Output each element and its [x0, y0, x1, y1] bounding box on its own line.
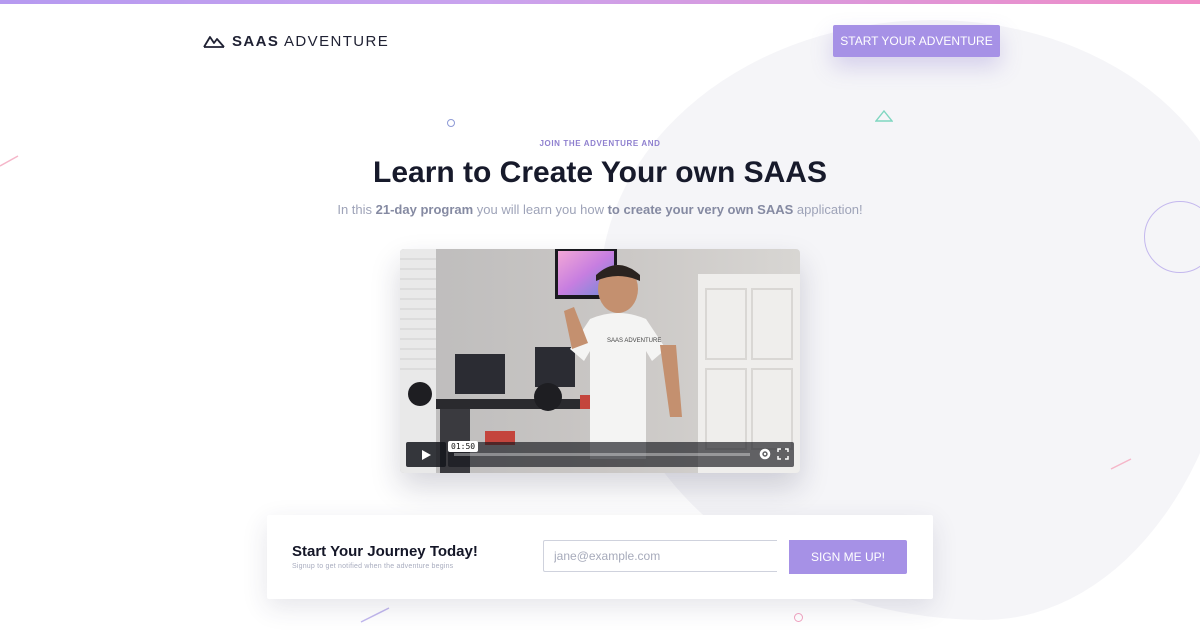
- sign-me-up-button[interactable]: SIGN ME UP!: [789, 540, 907, 574]
- top-gradient-bar: [0, 0, 1200, 4]
- decor-triangle: [875, 110, 893, 122]
- brand-name-bold: SAAS: [232, 32, 280, 50]
- subtitle-emphasis-saas: to create your very own SAAS: [607, 202, 794, 217]
- gear-icon[interactable]: [758, 447, 772, 461]
- signup-subtitle: Signup to get notified when the adventur…: [292, 563, 454, 570]
- decor-line-bottom: [360, 607, 390, 623]
- video-player[interactable]: SAAS ADVENTURE: [400, 249, 800, 473]
- decor-line-right: [1110, 458, 1132, 470]
- play-icon: [422, 449, 431, 460]
- brand-logo[interactable]: SAAS ADVENTURE: [203, 31, 389, 51]
- progress-track[interactable]: [454, 453, 750, 456]
- brand-name: SAAS ADVENTURE: [232, 33, 389, 50]
- progress-bar[interactable]: [448, 442, 794, 467]
- shirt-print: SAAS ADVENTURE: [607, 338, 661, 344]
- brand-name-light: ADVENTURE: [284, 32, 390, 50]
- start-adventure-button[interactable]: START YOUR ADVENTURE: [833, 25, 1000, 57]
- subtitle-part: In this: [337, 202, 376, 217]
- subtitle-emphasis-program: 21-day program: [375, 202, 474, 217]
- signup-title: Start Your Journey Today!: [292, 543, 478, 560]
- hero-subtitle: In this 21-day program you will learn yo…: [0, 202, 1200, 217]
- subtitle-part: you will learn you how: [473, 202, 608, 217]
- fullscreen-icon[interactable]: [776, 447, 790, 461]
- mountains-icon: [203, 36, 225, 48]
- hero-eyebrow: JOIN THE ADVENTURE AND: [539, 139, 661, 148]
- signup-card: Start Your Journey Today! Signup to get …: [267, 515, 933, 599]
- video-time: 01:50: [448, 441, 479, 452]
- decor-circle-pink: [794, 613, 803, 622]
- subtitle-part: application!: [793, 202, 863, 217]
- play-button[interactable]: [406, 442, 446, 467]
- video-frame: SAAS ADVENTURE: [400, 249, 800, 473]
- decor-circle-small: [447, 119, 455, 127]
- control-icons: [758, 447, 790, 461]
- email-field[interactable]: [543, 540, 777, 572]
- page-title: Learn to Create Your own SAAS: [373, 156, 827, 189]
